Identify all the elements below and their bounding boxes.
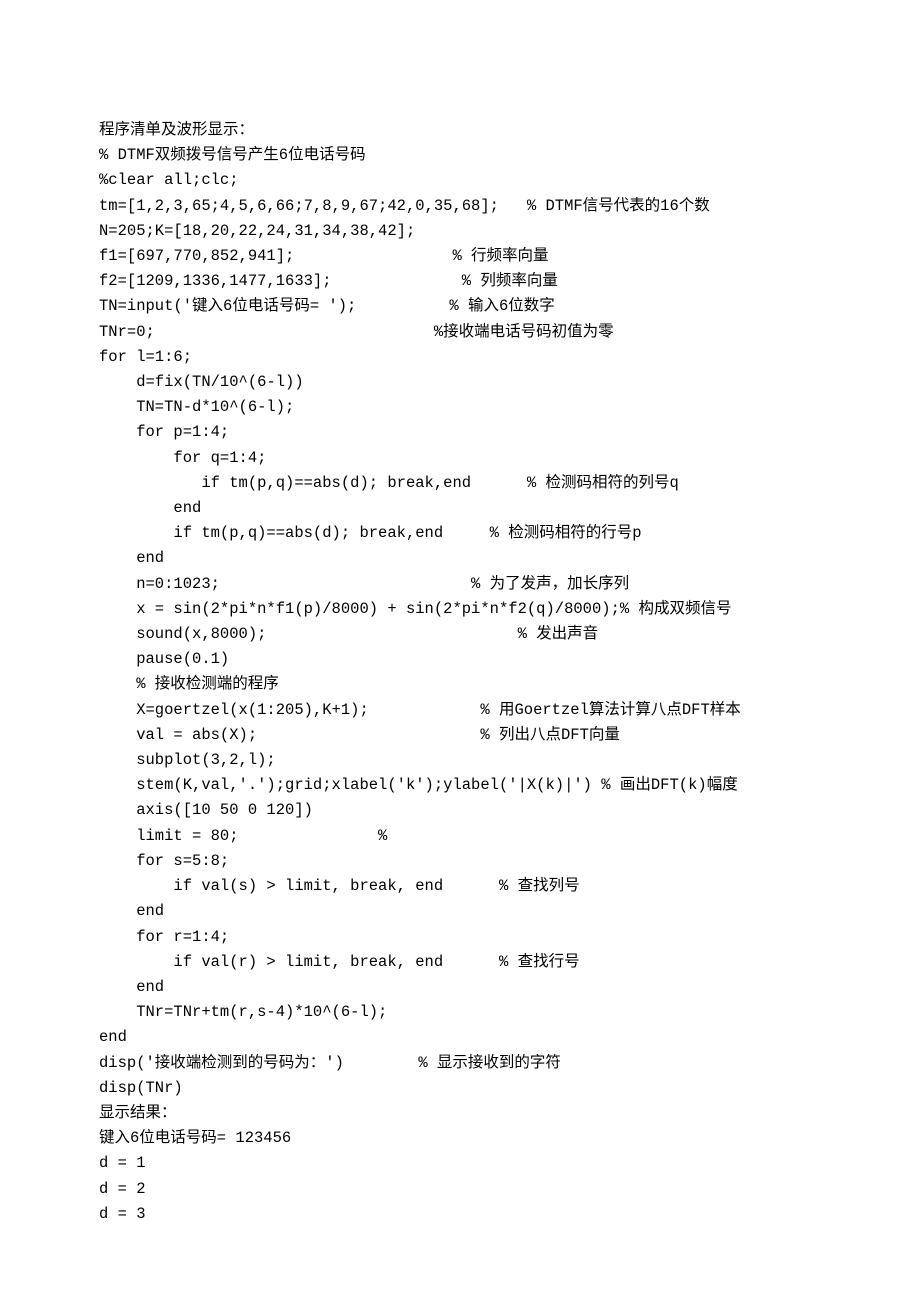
code-line: if val(r) > limit, break, end % 查找行号 (99, 950, 821, 975)
code-line: d = 1 (99, 1151, 821, 1176)
code-line: axis([10 50 0 120]) (99, 798, 821, 823)
code-line: n=0:1023; % 为了发声，加长序列 (99, 572, 821, 597)
code-line: 显示结果： (99, 1101, 821, 1126)
code-line: %clear all;clc; (99, 168, 821, 193)
code-line: N=205;K=[18,20,22,24,31,34,38,42]; (99, 219, 821, 244)
code-line: disp(TNr) (99, 1076, 821, 1101)
code-line: TN=input('键入6位电话号码= '); % 输入6位数字 (99, 294, 821, 319)
code-line: for p=1:4; (99, 420, 821, 445)
code-line: for l=1:6; (99, 345, 821, 370)
code-line: d = 3 (99, 1202, 821, 1227)
code-line: f2=[1209,1336,1477,1633]; % 列频率向量 (99, 269, 821, 294)
code-line: if val(s) > limit, break, end % 查找列号 (99, 874, 821, 899)
code-line: d=fix(TN/10^(6-l)) (99, 370, 821, 395)
code-line: end (99, 546, 821, 571)
code-line: % DTMF双频拨号信号产生6位电话号码 (99, 143, 821, 168)
code-line: limit = 80; % (99, 824, 821, 849)
code-line: disp('接收端检测到的号码为：') % 显示接收到的字符 (99, 1051, 821, 1076)
code-line: TNr=TNr+tm(r,s-4)*10^(6-l); (99, 1000, 821, 1025)
code-line: if tm(p,q)==abs(d); break,end % 检测码相符的行号… (99, 521, 821, 546)
code-line: 程序清单及波形显示： (99, 118, 821, 143)
code-line: stem(K,val,'.');grid;xlabel('k');ylabel(… (99, 773, 821, 798)
code-line: end (99, 496, 821, 521)
code-line: sound(x,8000); % 发出声音 (99, 622, 821, 647)
code-line: pause(0.1) (99, 647, 821, 672)
code-line: TN=TN-d*10^(6-l); (99, 395, 821, 420)
code-line: val = abs(X); % 列出八点DFT向量 (99, 723, 821, 748)
code-line: if tm(p,q)==abs(d); break,end % 检测码相符的列号… (99, 471, 821, 496)
code-line: for s=5:8; (99, 849, 821, 874)
code-line: tm=[1,2,3,65;4,5,6,66;7,8,9,67;42,0,35,6… (99, 194, 821, 219)
code-line: f1=[697,770,852,941]; % 行频率向量 (99, 244, 821, 269)
code-line: for q=1:4; (99, 446, 821, 471)
code-line: subplot(3,2,l); (99, 748, 821, 773)
code-line: % 接收检测端的程序 (99, 672, 821, 697)
code-line: for r=1:4; (99, 925, 821, 950)
code-line: end (99, 975, 821, 1000)
code-line: end (99, 899, 821, 924)
code-line: x = sin(2*pi*n*f1(p)/8000) + sin(2*pi*n*… (99, 597, 821, 622)
code-line: d = 2 (99, 1177, 821, 1202)
code-listing: 程序清单及波形显示：% DTMF双频拨号信号产生6位电话号码%clear all… (99, 118, 821, 1227)
code-line: TNr=0; %接收端电话号码初值为零 (99, 320, 821, 345)
code-line: end (99, 1025, 821, 1050)
code-line: X=goertzel(x(1:205),K+1); % 用Goertzel算法计… (99, 698, 821, 723)
code-line: 键入6位电话号码= 123456 (99, 1126, 821, 1151)
